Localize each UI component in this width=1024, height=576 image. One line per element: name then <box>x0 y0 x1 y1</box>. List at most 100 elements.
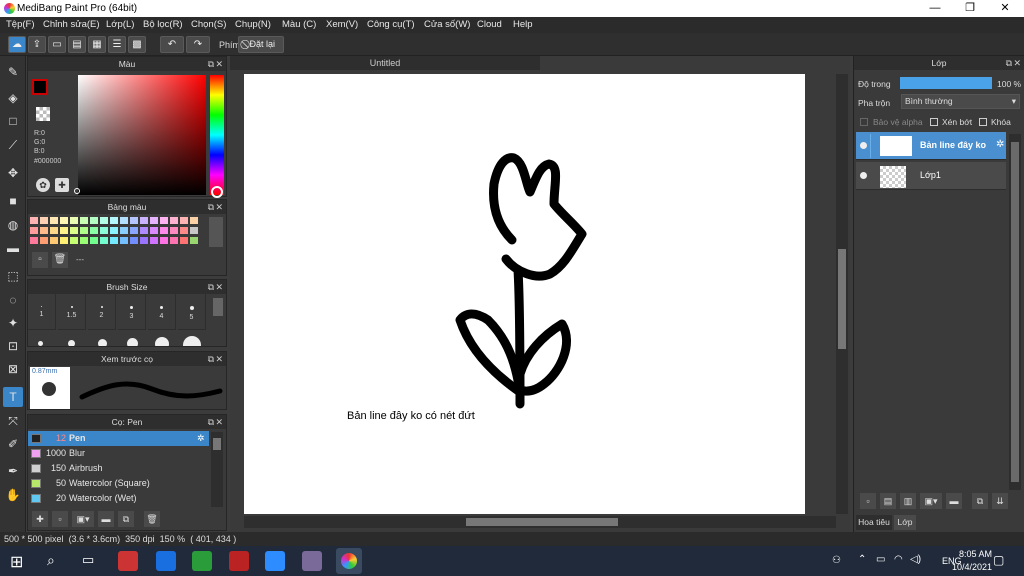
close-icon[interactable]: ✕ <box>1013 56 1021 70</box>
brush-item-pen[interactable]: 12 Pen ✲ <box>28 431 209 446</box>
close-icon[interactable]: ✕ <box>215 280 223 294</box>
document-icon[interactable]: ▦ <box>88 36 106 53</box>
menu-help[interactable]: Help <box>513 19 533 30</box>
brush-item-blur[interactable]: 1000 Blur <box>28 446 209 461</box>
palette-swatch[interactable] <box>190 217 198 224</box>
palette-add-icon[interactable]: ✚ <box>55 178 69 192</box>
duplicate-icon[interactable]: ⧉ <box>118 511 134 527</box>
task-view-icon[interactable]: ▭ <box>82 552 94 568</box>
brush-menu-icon[interactable]: ▣▾ <box>72 511 94 527</box>
palette-swatch[interactable] <box>130 237 138 244</box>
hue-slider[interactable] <box>210 75 224 195</box>
visibility-icon[interactable] <box>860 172 867 179</box>
brush-size-dot[interactable] <box>183 336 201 346</box>
undock-icon[interactable]: ⧉ <box>208 57 214 71</box>
brush-size-1[interactable]: 1 <box>28 294 56 330</box>
palette-swatch[interactable] <box>90 217 98 224</box>
zoom-icon[interactable] <box>265 551 285 571</box>
transparent-swatch[interactable] <box>36 107 50 121</box>
gear-icon[interactable]: ✲ <box>996 139 1004 150</box>
palette-swatch[interactable] <box>80 217 88 224</box>
menu-view[interactable]: Xem(V) <box>326 19 358 30</box>
layer-row-1[interactable]: Lớp1 <box>856 162 1006 190</box>
brush-size-dot[interactable] <box>68 340 75 346</box>
brush-item-watercolor-wet[interactable]: 20 Watercolor (Wet) <box>28 491 209 506</box>
palette-swatch[interactable] <box>180 217 188 224</box>
palette-swatch[interactable] <box>190 227 198 234</box>
layer-row-line[interactable]: Bản line đây ko ✲ <box>856 132 1006 160</box>
menu-capture[interactable]: Chụp(N) <box>235 19 271 30</box>
merge-icon[interactable]: ⇊ <box>992 493 1008 509</box>
brush-size-dot[interactable] <box>127 338 138 346</box>
palette-swatch[interactable] <box>50 217 58 224</box>
palette-swatch[interactable] <box>170 227 178 234</box>
menu-window[interactable]: Cửa số(W) <box>424 19 470 30</box>
palette-swatch[interactable] <box>70 237 78 244</box>
close-button[interactable]: ✕ <box>988 0 1022 17</box>
saturation-value-picker[interactable] <box>78 75 206 195</box>
palette-swatch[interactable] <box>80 237 88 244</box>
operation-tool-icon[interactable]: ⤧ <box>3 411 23 431</box>
palette-swatch[interactable] <box>90 237 98 244</box>
windows-start-icon[interactable]: ⊞ <box>10 552 23 572</box>
horizontal-scrollbar[interactable] <box>244 516 836 528</box>
palette-swatch[interactable] <box>70 227 78 234</box>
palette-swatch[interactable] <box>40 237 48 244</box>
brush-item-airbrush[interactable]: 150 Airbrush <box>28 461 209 476</box>
vertical-scrollbar[interactable] <box>836 74 848 514</box>
fill-rect-tool-icon[interactable]: ■ <box>3 191 23 211</box>
palette-swatch[interactable] <box>170 217 178 224</box>
palette-swatch[interactable] <box>160 217 168 224</box>
select-eraser-tool-icon[interactable]: ⊠ <box>3 359 23 379</box>
hand-tool-icon[interactable]: ✋ <box>3 485 23 505</box>
palette-icon[interactable]: ✿ <box>36 178 50 192</box>
visibility-icon[interactable] <box>860 142 867 149</box>
palette-swatch[interactable] <box>80 227 88 234</box>
comment-icon[interactable]: ▭ <box>48 36 66 53</box>
clock-time[interactable]: 8:05 AM <box>942 549 992 559</box>
undock-icon[interactable]: ⧉ <box>208 200 214 214</box>
palette-swatch[interactable] <box>110 217 118 224</box>
select-pen-tool-icon[interactable]: ⊡ <box>3 336 23 356</box>
undock-icon[interactable]: ⧉ <box>208 415 214 429</box>
palette-swatch[interactable] <box>30 217 38 224</box>
brush-size-1-5[interactable]: 1.5 <box>58 294 86 330</box>
trash-icon[interactable]: 🗑 <box>144 511 160 527</box>
cloud-icon[interactable]: ☁ <box>8 36 26 53</box>
close-icon[interactable]: ✕ <box>215 200 223 214</box>
bucket-tool-icon[interactable]: ◍ <box>3 215 23 235</box>
palette-swatch[interactable] <box>130 227 138 234</box>
taskbar-app-icon[interactable] <box>118 551 138 571</box>
tab-navigator[interactable]: Hoa tiêu <box>856 515 892 530</box>
brush-size-dot[interactable] <box>155 337 169 346</box>
new-brush-icon[interactable]: ▫ <box>52 511 68 527</box>
brush-size-scrollbar[interactable] <box>213 298 223 316</box>
search-icon[interactable]: ⌕ <box>47 552 55 569</box>
menu-filter[interactable]: Bộ lọc(R) <box>143 19 183 30</box>
brush-size-dot[interactable] <box>98 339 107 346</box>
lock-checkbox[interactable] <box>979 118 987 126</box>
taskbar-app-icon[interactable] <box>192 551 212 571</box>
brush-size-4[interactable]: 4 <box>148 294 176 330</box>
menu-tools[interactable]: Công cụ(T) <box>367 19 415 30</box>
opacity-slider[interactable] <box>900 77 992 89</box>
palette-swatch[interactable] <box>60 217 68 224</box>
palette-swatch[interactable] <box>120 227 128 234</box>
folder-icon[interactable]: ▬ <box>98 511 114 527</box>
palette-swatch[interactable] <box>150 237 158 244</box>
palette-swatch[interactable] <box>40 217 48 224</box>
menu-edit[interactable]: Chỉnh sửa(E) <box>43 19 100 30</box>
gear-icon[interactable]: ✲ <box>197 431 205 446</box>
text-tool-icon[interactable]: T <box>3 387 23 407</box>
chat-icon[interactable]: ▤ <box>68 36 86 53</box>
move-tool-icon[interactable]: ✥ <box>3 163 23 183</box>
palette-swatch[interactable] <box>140 237 148 244</box>
palette-swatch[interactable] <box>120 237 128 244</box>
maximize-button[interactable]: ❐ <box>953 0 987 17</box>
trash-icon[interactable]: 🗑 <box>52 252 68 268</box>
notification-icon[interactable]: ▢ <box>993 553 1004 567</box>
undo-button[interactable]: ↶ <box>160 36 184 53</box>
brush-size-5[interactable]: 5 <box>178 294 206 330</box>
close-icon[interactable]: ✕ <box>215 352 223 366</box>
taskbar-app-icon[interactable] <box>302 551 322 571</box>
